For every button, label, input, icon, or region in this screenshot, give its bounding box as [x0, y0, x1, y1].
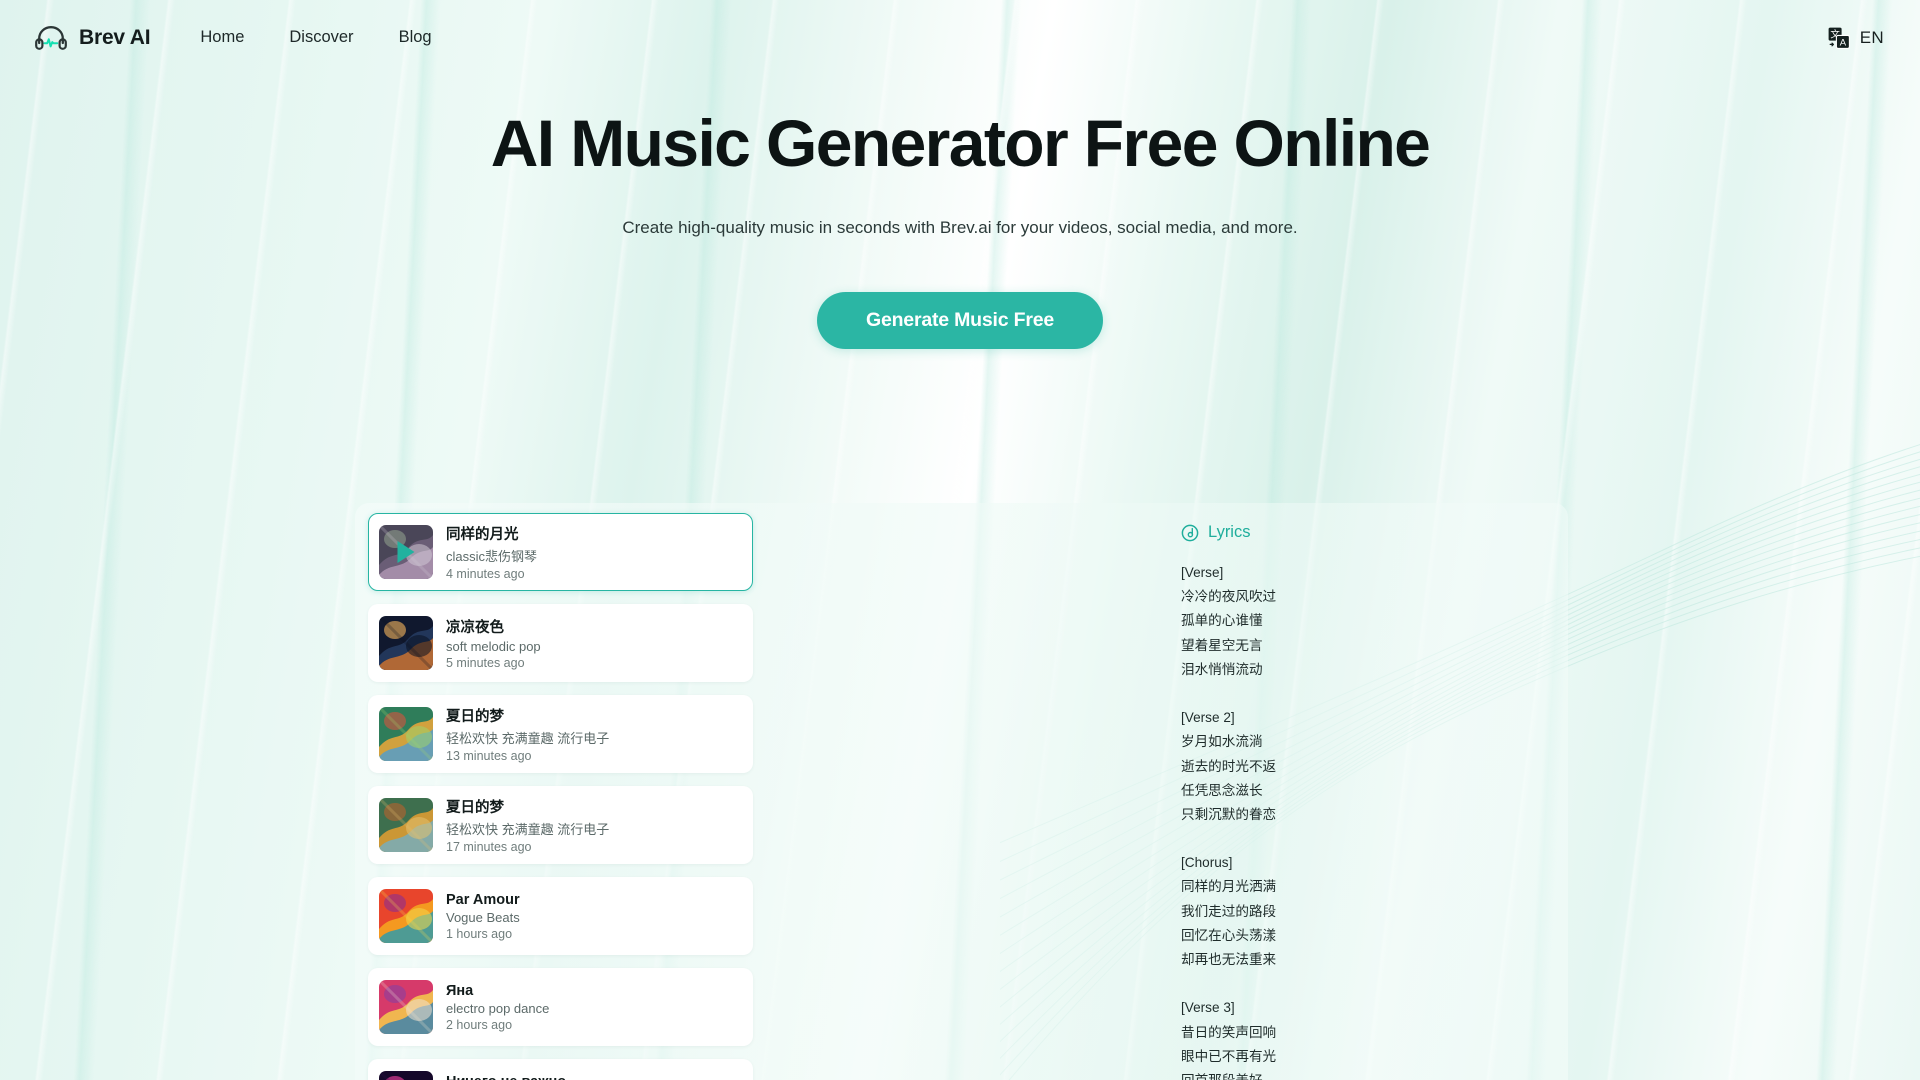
nav-item-home[interactable]: Home	[200, 28, 244, 47]
song-title: 夏日的梦	[446, 800, 504, 816]
song-timestamp: 13 minutes ago	[446, 749, 532, 763]
song-thumbnail[interactable]	[379, 889, 433, 943]
song-style: Vogue Beats	[446, 909, 520, 925]
song-meta: 夏日的梦轻松欢快 充满童趣 流行电子 13 minutes ago	[446, 705, 609, 763]
song-card[interactable]: 同样的月光 classic悲伤钢琴 4 minutes ago	[368, 513, 753, 591]
song-card[interactable]: Par Amour Vogue Beats 1 hours ago	[368, 877, 753, 955]
song-style: classic悲伤钢琴	[446, 549, 538, 564]
cta-container: Generate Music Free	[0, 292, 1920, 350]
song-card[interactable]: 夏日的梦轻松欢快 充满童趣 流行电子 17 minutes ago	[368, 786, 753, 864]
headphones-waveform-icon	[35, 25, 67, 50]
song-thumbnail[interactable]	[379, 707, 433, 761]
song-timestamp: 17 minutes ago	[446, 840, 532, 854]
song-thumbnail[interactable]	[379, 980, 433, 1034]
song-thumbnail[interactable]	[379, 798, 433, 852]
hero-subtitle: Create high-quality music in seconds wit…	[622, 217, 1298, 237]
song-thumbnail[interactable]	[379, 616, 433, 670]
lyrics-header: Lyrics	[1181, 523, 1568, 542]
brand-logo-group[interactable]: Brev AI	[34, 25, 151, 51]
page-title: AI Music Generator Free Online	[490, 106, 1431, 180]
song-card[interactable]: 夏日的梦轻松欢快 充满童趣 流行电子 13 minutes ago	[368, 695, 753, 773]
song-meta: Par Amour Vogue Beats 1 hours ago	[446, 892, 520, 941]
song-thumbnail[interactable]	[379, 525, 433, 579]
song-style: electro pop dance	[446, 1000, 550, 1016]
song-card[interactable]: Яна electro pop dance 2 hours ago	[368, 968, 753, 1046]
brand-name: Brev AI	[79, 25, 151, 49]
song-title: 同样的月光	[446, 527, 519, 543]
play-icon[interactable]	[397, 541, 415, 563]
vinyl-disc-icon	[1181, 524, 1199, 541]
song-style: 轻松欢快 充满童趣 流行电子	[446, 731, 610, 746]
nav-item-blog[interactable]: Blog	[399, 28, 432, 47]
song-meta: Яна electro pop dance 2 hours ago	[446, 983, 549, 1032]
generate-music-button[interactable]: Generate Music Free	[816, 292, 1104, 350]
song-meta: 同样的月光 classic悲伤钢琴 4 minutes ago	[446, 523, 537, 581]
site-header: Brev AI Home Discover Blog 文 A EN	[0, 0, 1920, 75]
svg-text:A: A	[1840, 37, 1847, 48]
language-switcher[interactable]: 文 A EN	[1822, 23, 1890, 53]
language-label: EN	[1859, 27, 1884, 47]
song-meta: Ничего не важноатмосферный электро-поп т…	[446, 1074, 698, 1080]
song-card[interactable]: 凉凉夜色 soft melodic pop 5 minutes ago	[368, 604, 753, 682]
hero-section: AI Music Generator Free Online Create hi…	[0, 75, 1920, 350]
song-title: Par Amour	[446, 891, 520, 908]
song-style: soft melodic pop	[446, 639, 541, 654]
song-timestamp: 4 minutes ago	[446, 567, 525, 581]
song-timestamp: 2 hours ago	[446, 1017, 513, 1032]
lyrics-panel: Lyrics [Verse] 冷冷的夜风吹过 孤单的心谁懂 望着星空无言 泪水悄…	[1155, 503, 1568, 1080]
song-meta: 凉凉夜色 soft melodic pop 5 minutes ago	[446, 616, 541, 670]
lyrics-title: Lyrics	[1208, 523, 1251, 541]
showcase-panel: 同样的月光 classic悲伤钢琴 4 minutes ago 凉凉夜色 soft me…	[355, 503, 1568, 1080]
song-thumbnail[interactable]	[379, 1071, 433, 1080]
song-timestamp: 5 minutes ago	[446, 656, 525, 670]
song-title: 凉凉夜色	[446, 620, 504, 636]
main-nav: Home Discover Blog	[200, 28, 431, 47]
song-list: 同样的月光 classic悲伤钢琴 4 minutes ago 凉凉夜色 soft me…	[355, 503, 1155, 1080]
song-title: Ничего не важно	[446, 1074, 698, 1080]
nav-item-discover[interactable]: Discover	[289, 28, 353, 47]
song-card[interactable]: Ничего не важноатмосферный электро-поп т…	[368, 1059, 753, 1080]
song-title: 夏日的梦	[446, 709, 504, 725]
song-timestamp: 1 hours ago	[446, 926, 513, 941]
song-style: 轻松欢快 充满童趣 流行电子	[446, 822, 610, 837]
lyrics-text: [Verse] 冷冷的夜风吹过 孤单的心谁懂 望着星空无言 泪水悄悄流动 [Ve…	[1181, 565, 1277, 1080]
translate-icon: 文 A	[1828, 27, 1850, 49]
song-title: Яна	[446, 982, 474, 999]
song-meta: 夏日的梦轻松欢快 充满童趣 流行电子 17 minutes ago	[446, 796, 609, 854]
